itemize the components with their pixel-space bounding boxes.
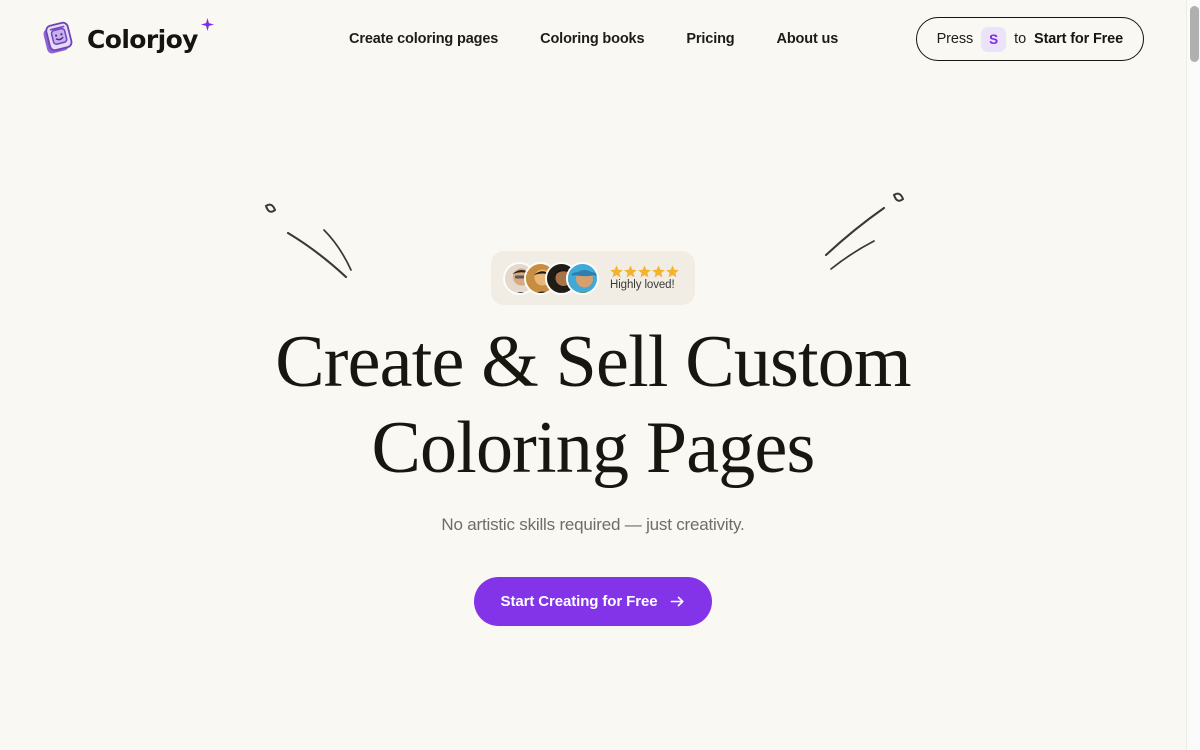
to-label: to bbox=[1014, 31, 1027, 47]
arrow-right-icon bbox=[670, 594, 685, 609]
nav-item-coloring-books[interactable]: Coloring books bbox=[540, 31, 644, 47]
nav-item-create-coloring-pages[interactable]: Create coloring pages bbox=[349, 31, 498, 47]
star-icon bbox=[638, 265, 651, 278]
brand-logo[interactable]: Colorjoy bbox=[40, 18, 214, 58]
avatar bbox=[566, 261, 599, 295]
vertical-scrollbar[interactable] bbox=[1186, 0, 1200, 750]
nav-item-about-us[interactable]: About us bbox=[777, 31, 839, 47]
social-proof-caption: Highly loved! bbox=[610, 279, 675, 291]
page-title: Create & Sell Custom Coloring Pages bbox=[275, 325, 911, 485]
main-nav: Create coloring pages Coloring books Pri… bbox=[349, 31, 838, 47]
cta-label: Start Creating for Free bbox=[500, 593, 658, 610]
headline-line-2: Coloring Pages bbox=[371, 407, 815, 489]
star-icon bbox=[624, 265, 637, 278]
headline-line-1: Create & Sell Custom bbox=[275, 321, 911, 403]
rating-block: Highly loved! bbox=[610, 265, 679, 291]
hero-section: Highly loved! Create & Sell Custom Color… bbox=[0, 78, 1186, 750]
hero-subtitle: No artistic skills required — just creat… bbox=[441, 515, 745, 534]
nav-item-pricing[interactable]: Pricing bbox=[686, 31, 734, 47]
star-icon bbox=[652, 265, 665, 278]
star-rating bbox=[610, 265, 679, 278]
sparkle-icon bbox=[200, 18, 214, 31]
coloring-book-logo-icon bbox=[40, 20, 78, 58]
star-icon bbox=[666, 265, 679, 278]
avatar-group bbox=[503, 261, 599, 295]
brand-name: Colorjoy bbox=[87, 24, 198, 54]
scrollbar-thumb[interactable] bbox=[1190, 6, 1199, 62]
start-for-free-label: Start for Free bbox=[1034, 31, 1123, 47]
press-s-start-for-free-button[interactable]: Press S to Start for Free bbox=[915, 17, 1144, 61]
site-header: Colorjoy Create coloring pages Coloring … bbox=[0, 0, 1186, 78]
start-creating-for-free-button[interactable]: Start Creating for Free bbox=[473, 577, 713, 626]
press-label: Press bbox=[936, 31, 974, 47]
social-proof-pill: Highly loved! bbox=[491, 251, 695, 305]
keycap-s: S bbox=[981, 26, 1007, 52]
page-root: Colorjoy Create coloring pages Coloring … bbox=[0, 0, 1186, 750]
star-icon bbox=[610, 265, 623, 278]
